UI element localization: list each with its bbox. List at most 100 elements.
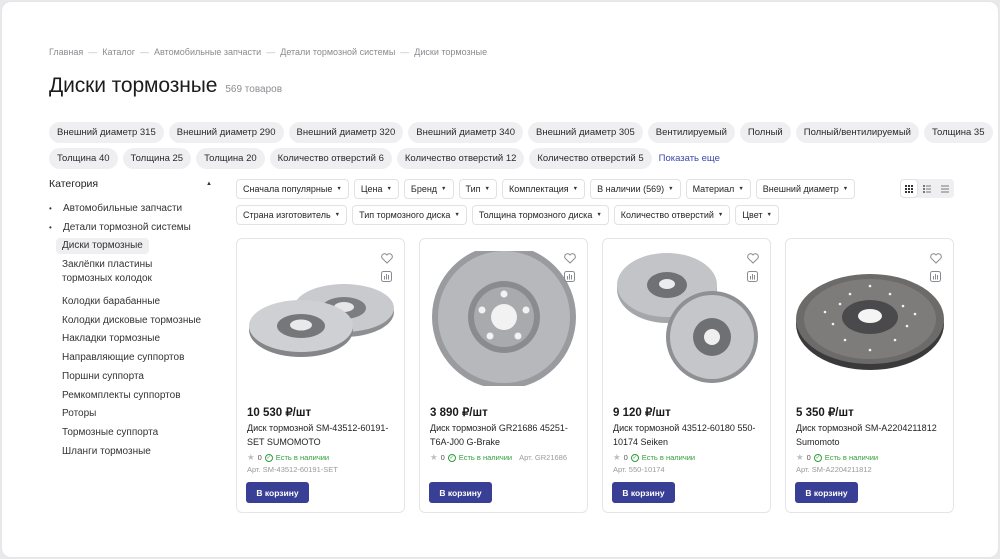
breadcrumb-home[interactable]: Главная — [49, 47, 83, 57]
compact-list-icon[interactable] — [936, 179, 954, 198]
product-card[interactable]: 9 120 ₽/шт Диск тормозной 43512-60180 55… — [602, 238, 771, 513]
caret-down-icon: ▼ — [596, 212, 602, 218]
view-switch — [900, 179, 954, 198]
availability: ✓ Есть в наличии — [447, 453, 512, 462]
filter-in-stock[interactable]: В наличии (569) ▼ — [590, 179, 681, 199]
filter-label: Цвет — [742, 210, 763, 220]
product-sku: Арт. SM-43512-60191-SET — [247, 465, 338, 474]
list-view-icon[interactable] — [918, 179, 936, 198]
sidebar-item-rotors[interactable]: Роторы — [49, 407, 224, 426]
filter-outer-diameter[interactable]: Внешний диаметр ▼ — [755, 179, 856, 199]
sidebar-item-brake-system[interactable]: • Детали тормозной системы — [49, 221, 224, 240]
sidebar-item-drum-shoes[interactable]: Колодки барабанные — [49, 295, 224, 314]
compare-icon[interactable] — [929, 270, 942, 283]
product-grid: 10 530 ₽/шт Диск тормозной SM-43512-6019… — [236, 238, 954, 513]
tag-chip[interactable]: Внешний диаметр 320 — [288, 122, 404, 143]
sidebar-item-label: Поршни суппорта — [62, 370, 144, 382]
product-card[interactable]: 10 530 ₽/шт Диск тормозной SM-43512-6019… — [236, 238, 405, 513]
tag-chip[interactable]: Внешний диаметр 315 — [49, 122, 164, 143]
product-card[interactable]: 3 890 ₽/шт Диск тормозной GR21686 45251-… — [419, 238, 588, 513]
sidebar-item-caliper-guides[interactable]: Направляющие суппортов — [49, 351, 224, 370]
tag-chip[interactable]: Количество отверстий 6 — [269, 148, 392, 169]
grid-view-icon[interactable] — [900, 179, 918, 198]
tag-chip[interactable]: Толщина 25 — [122, 148, 192, 169]
sidebar-item-label: Заклёпки пластины тормозных колодок — [62, 259, 153, 285]
sidebar-item-label: Колодки дисковые тормозные — [62, 314, 202, 326]
sidebar-item-caliper-repair-kits[interactable]: Ремкомплекты суппортов — [49, 389, 224, 408]
heart-icon[interactable] — [563, 252, 576, 265]
heart-icon[interactable] — [380, 252, 393, 265]
product-card[interactable]: 5 350 ₽/шт Диск тормозной SM-A2204211812… — [785, 238, 954, 513]
sidebar-item-brake-linings[interactable]: Накладки тормозные — [49, 332, 224, 351]
filter-brand[interactable]: Бренд ▼ — [403, 179, 454, 199]
tag-chip[interactable]: Толщина 40 — [49, 148, 118, 169]
sidebar-item-label: Ремкомплекты суппортов — [62, 389, 181, 401]
sidebar-item-caliper-pistons[interactable]: Поршни суппорта — [49, 370, 224, 389]
add-to-cart-button[interactable]: В корзину — [612, 482, 675, 503]
category-sidebar: Категория ▲ • Автомобильные запчасти • Д… — [49, 178, 224, 463]
check-icon: ✓ — [264, 453, 273, 462]
product-image[interactable] — [428, 251, 580, 386]
tag-chip[interactable]: Количество отверстий 5 — [529, 148, 652, 169]
category-heading[interactable]: Категория ▲ — [49, 178, 224, 190]
card-actions — [746, 252, 759, 283]
tag-chip[interactable]: Внешний диаметр 290 — [168, 122, 284, 143]
tag-chip[interactable]: Полный — [739, 122, 791, 143]
filter-color[interactable]: Цвет ▼ — [735, 205, 779, 225]
filter-price[interactable]: Цена ▼ — [353, 179, 399, 199]
sidebar-item-brake-discs[interactable]: Диски тормозные — [49, 238, 224, 258]
product-name[interactable]: Диск тормозной SM-43512-60191-SET SUMOMO… — [247, 422, 397, 449]
filter-country[interactable]: Страна изготовитель ▼ — [236, 205, 348, 225]
sidebar-item-pad-rivets[interactable]: Заклёпки пластины тормозных колодок — [49, 258, 224, 295]
sidebar-item-disc-pads[interactable]: Колодки дисковые тормозные — [49, 314, 224, 333]
tag-chip[interactable]: Вентилируемый — [647, 122, 735, 143]
product-name[interactable]: Диск тормозной 43512-60180 550-10174 Sei… — [613, 422, 763, 449]
breadcrumb-catalog[interactable]: Каталог — [102, 47, 135, 57]
tag-chip[interactable]: Толщина 20 — [196, 148, 265, 169]
heart-icon[interactable] — [746, 252, 759, 265]
product-meta: ★ 0 ✓ Есть в наличии — [247, 452, 329, 463]
star-icon: ★ — [613, 452, 621, 462]
bullet-icon: • — [49, 222, 52, 232]
tag-chip[interactable]: Внешний диаметр 340 — [408, 122, 523, 143]
filter-disc-thickness[interactable]: Толщина тормозного диска ▼ — [471, 205, 609, 225]
compare-icon[interactable] — [380, 270, 393, 283]
filter-disc-type[interactable]: Тип тормозного диска ▼ — [352, 205, 467, 225]
product-price: 9 120 ₽/шт — [613, 407, 671, 419]
rating-value: 0 — [623, 453, 628, 462]
sidebar-item-brake-hoses[interactable]: Шланги тормозные — [49, 445, 224, 464]
product-name[interactable]: Диск тормозной GR21686 45251-T6A-J00 G-B… — [430, 422, 580, 449]
filter-type[interactable]: Тип ▼ — [458, 179, 497, 199]
compare-icon[interactable] — [746, 270, 759, 283]
breadcrumb-auto-parts[interactable]: Автомобильные запчасти — [154, 47, 261, 57]
sidebar-item-auto-parts[interactable]: • Автомобильные запчасти — [49, 202, 224, 221]
filter-label: Внешний диаметр — [762, 184, 839, 194]
add-to-cart-button[interactable]: В корзину — [795, 482, 858, 503]
add-to-cart-button[interactable]: В корзину — [429, 482, 492, 503]
caret-down-icon: ▼ — [668, 186, 674, 192]
tag-chip[interactable]: Количество отверстий 12 — [396, 148, 525, 169]
breadcrumb-brake-system[interactable]: Детали тормозной системы — [280, 47, 395, 57]
tag-chip[interactable]: Полный/вентилируемый — [795, 122, 919, 143]
chevron-up-icon: ▲ — [206, 181, 212, 187]
product-price: 5 350 ₽/шт — [796, 407, 854, 419]
product-image[interactable] — [611, 251, 763, 386]
caret-down-icon: ▼ — [484, 186, 490, 192]
add-to-cart-button[interactable]: В корзину — [246, 482, 309, 503]
filter-kit[interactable]: Комплектация ▼ — [501, 179, 586, 199]
filter-material[interactable]: Материал ▼ — [685, 179, 751, 199]
show-more-link[interactable]: Показать еще — [659, 148, 720, 169]
product-meta: ★ 0 ✓ Есть в наличии — [613, 452, 695, 463]
filter-hole-count[interactable]: Количество отверстий ▼ — [613, 205, 731, 225]
product-name[interactable]: Диск тормозной SM-A2204211812 Sumomoto — [796, 422, 946, 449]
tag-chip[interactable]: Толщина 35 — [923, 122, 993, 143]
tag-chip[interactable]: Внешний диаметр 305 — [528, 122, 643, 143]
compare-icon[interactable] — [563, 270, 576, 283]
sidebar-item-calipers[interactable]: Тормозные суппорта — [49, 426, 224, 445]
rating-value: 0 — [806, 453, 811, 462]
sort-dropdown[interactable]: Сначала популярные ▼ — [236, 179, 349, 199]
caret-down-icon: ▼ — [842, 186, 849, 192]
product-image[interactable] — [245, 251, 397, 386]
product-image[interactable] — [794, 251, 946, 386]
heart-icon[interactable] — [929, 252, 942, 265]
